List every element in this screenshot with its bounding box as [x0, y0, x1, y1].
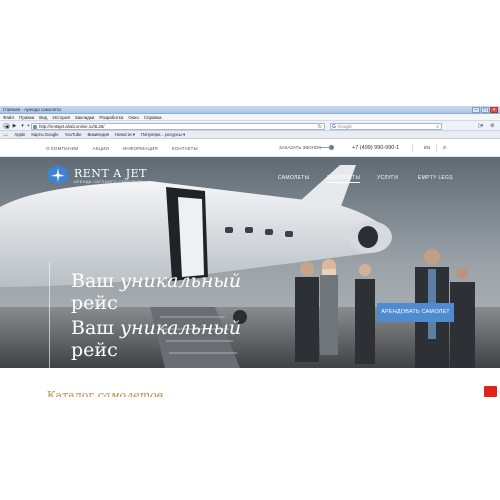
callback-icon[interactable] [329, 145, 334, 150]
menu-helicopters[interactable]: ВЕРТОЛЕТЫ [327, 175, 361, 183]
site-header: О КОМПАНИИ АКЦИИ ИНФОРМАЦИЯ КОНТАКТЫ ЗАК… [0, 139, 500, 157]
bookmark-item[interactable]: Новости ▾ [115, 132, 135, 138]
hero-title-line: Ваш уникальный [71, 271, 241, 292]
hero-title-line: Ваш уникальный [71, 318, 241, 339]
search-icon[interactable]: ⌕ [436, 124, 439, 130]
menu-empty-legs[interactable]: EMPTY LEGS [418, 175, 453, 181]
gear-icon[interactable]: ⚙ [490, 123, 494, 129]
bookmark-item[interactable]: Википедия [88, 132, 109, 137]
hero-title-plain: Ваш [71, 317, 120, 339]
window-title: Главная - Аренда самолета [3, 107, 61, 112]
divider [412, 144, 413, 152]
catalog-section: Каталог самолетов [0, 368, 500, 397]
nav-about[interactable]: О КОМПАНИИ [46, 146, 79, 151]
rent-plane-button[interactable]: АРЕНДОВАТЬ САМОЛЕТ [377, 303, 454, 322]
menu-window[interactable]: Окно [128, 115, 138, 120]
site-search-icon[interactable]: ⌕ [443, 139, 446, 157]
menu-view[interactable]: Вид [39, 115, 47, 120]
hero-title-plain: Ваш [71, 270, 120, 292]
catalog-title-plain: Каталог [47, 389, 98, 397]
search-placeholder: Google [338, 124, 352, 129]
favicon-icon [33, 125, 37, 129]
callback-link[interactable]: ЗАКАЗАТЬ ЗВОНОК [279, 139, 321, 157]
menu-bar: Файл Правка Вид История Закладки Разрабо… [0, 114, 500, 121]
hero-title-italic: уникальный [120, 317, 242, 339]
bookmarks-bar: 📖 Apple Карты Google YouTube Википедия Н… [0, 131, 500, 139]
hero-title-line: рейс [71, 339, 118, 361]
hero-divider [49, 262, 50, 368]
top-nav: О КОМПАНИИ АКЦИИ ИНФОРМАЦИЯ КОНТАКТЫ [46, 139, 198, 157]
divider [436, 144, 437, 152]
menu-file[interactable]: Файл [3, 115, 14, 120]
close-icon[interactable]: × [490, 107, 498, 113]
address-bar[interactable]: http://rentajet.ahab.online.ru/3L26/ ↻ [31, 123, 325, 130]
forward-button[interactable]: ▶ [11, 123, 18, 129]
bookmark-item[interactable]: Популярн... ресурсы ▾ [141, 132, 185, 138]
back-button[interactable]: ◀ [3, 123, 10, 130]
menu-services[interactable]: УСЛУГИ [377, 175, 398, 181]
phone-number[interactable]: +7 (499) 990-990-1 [352, 139, 399, 157]
logo-text: RENT A JET [74, 167, 147, 180]
title-bar: Главная - Аренда самолета – □ × [0, 106, 500, 114]
bookmark-item[interactable]: YouTube [65, 132, 82, 137]
minimize-icon[interactable]: – [472, 107, 480, 113]
browser-window: Главная - Аренда самолета – □ × Файл Пра… [0, 106, 500, 397]
hero-title-line: рейс [71, 292, 118, 314]
menu-planes[interactable]: САМОЛЕТЫ [278, 175, 309, 181]
google-icon: G [332, 124, 336, 130]
catalog-title: Каталог самолетов [47, 389, 163, 397]
menu-bookmarks[interactable]: Закладки [75, 115, 94, 120]
logo-plane-icon [48, 165, 68, 185]
language-switch[interactable]: EN [424, 139, 430, 157]
hero-title-italic: уникальный [120, 270, 242, 292]
menu-edit[interactable]: Правка [19, 115, 34, 120]
logo-subtitle: АРЕНДА ЧАСТНОГО САМОЛЕТА [74, 180, 143, 184]
page-icon[interactable]: ▯▾ [478, 123, 483, 129]
reload-icon[interactable]: ↻ [318, 124, 322, 130]
catalog-title-italic: самолетов [97, 389, 164, 397]
nav-info[interactable]: ИНФОРМАЦИЯ [123, 146, 158, 151]
bookmarks-icon[interactable]: 📖 [3, 132, 8, 138]
hero-banner: RENT A JET АРЕНДА ЧАСТНОГО САМОЛЕТА САМО… [0, 157, 500, 368]
nav-contacts[interactable]: КОНТАКТЫ [172, 146, 198, 151]
menu-help[interactable]: Справка [144, 115, 162, 120]
url-text[interactable]: http://rentajet.ahab.online.ru/3L26/ [39, 124, 104, 130]
maximize-icon[interactable]: □ [481, 107, 489, 113]
bookmark-item[interactable]: Карты Google [31, 132, 58, 137]
nav-promo[interactable]: АКЦИИ [93, 146, 109, 151]
menu-history[interactable]: История [52, 115, 69, 120]
window-controls: – □ × [472, 107, 498, 113]
chat-icon[interactable] [484, 386, 497, 397]
navigation-bar: ◀ ▶ ▾ + http://rentajet.ahab.online.ru/3… [0, 121, 500, 131]
search-input[interactable]: G Google ⌕ [330, 123, 442, 130]
menu-develop[interactable]: Разработка [99, 115, 123, 120]
bookmark-item[interactable]: Apple [14, 132, 25, 137]
